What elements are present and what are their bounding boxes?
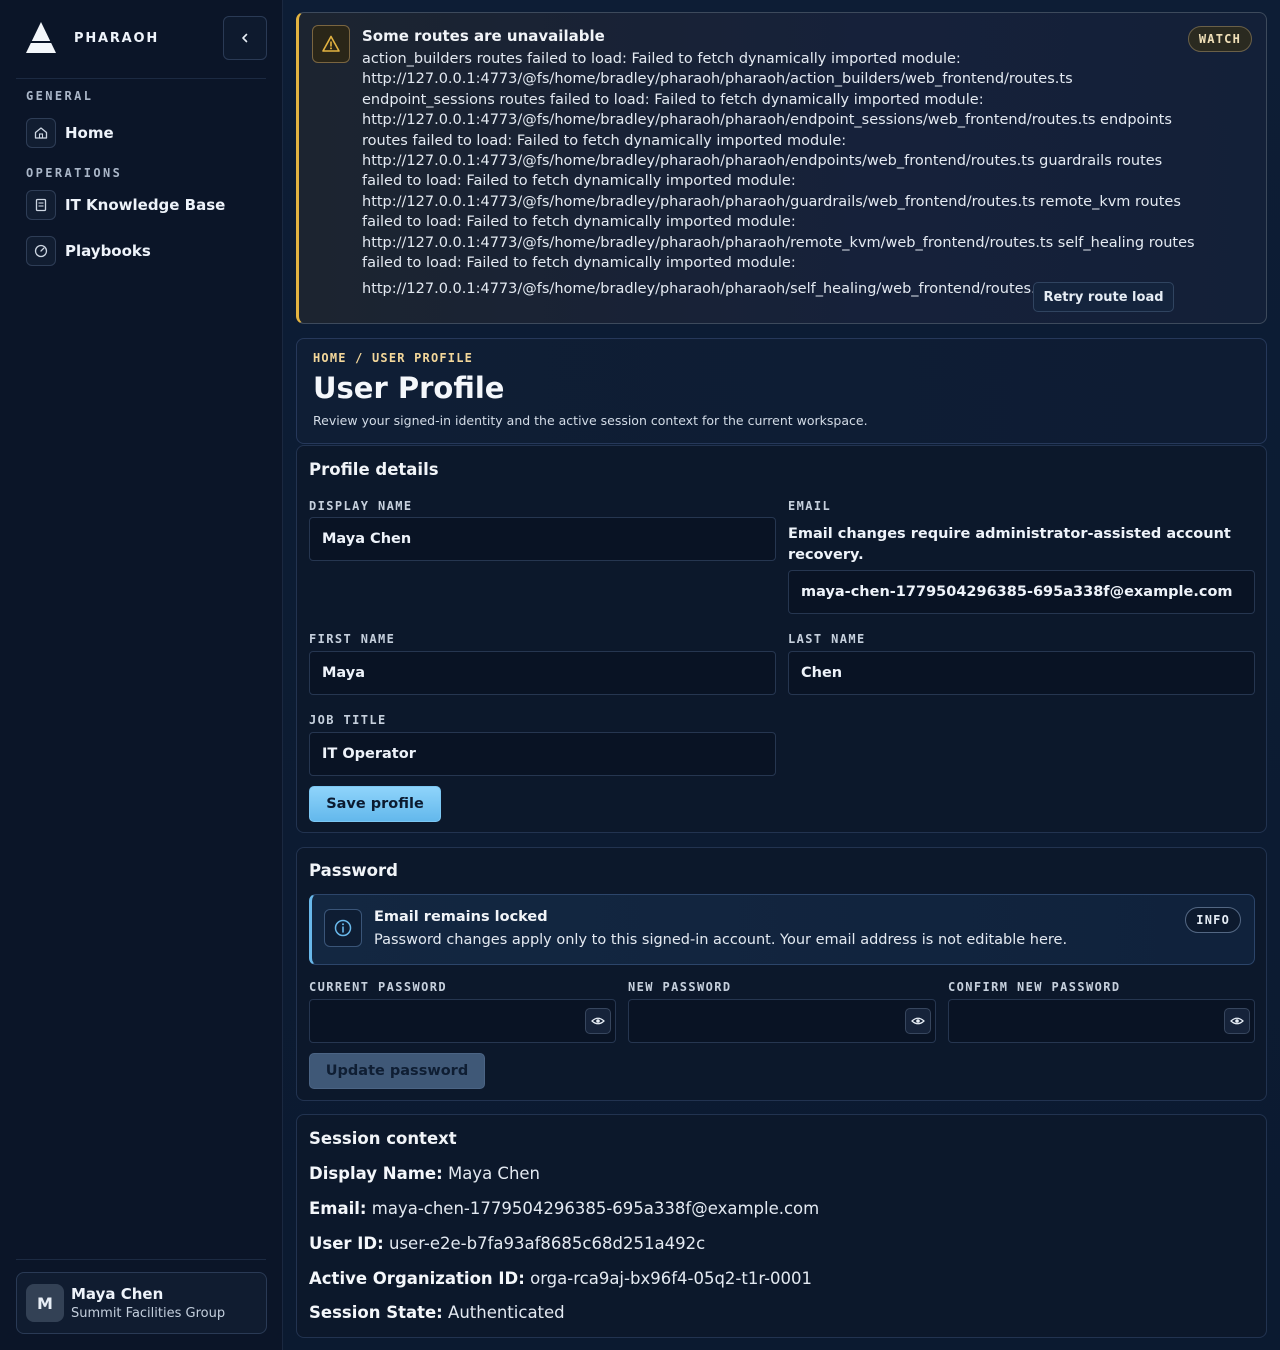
save-profile-button[interactable]: Save profile	[309, 786, 441, 822]
section-title: Password	[309, 861, 398, 880]
alert-message-last-line: http://127.0.0.1:4773/@fs/home/bradley/p…	[362, 281, 1049, 297]
sidebar-item-label: Home	[65, 124, 114, 142]
show-new-password-button[interactable]	[905, 1008, 931, 1034]
alert-title: Some routes are unavailable	[362, 27, 605, 45]
session-row-display-name: Display Name: Maya Chen	[309, 1164, 540, 1183]
brand-name: PHARAOH	[74, 30, 160, 46]
pharaoh-logo-icon	[22, 19, 60, 57]
section-title: Profile details	[309, 460, 439, 479]
info-title: Email remains locked	[374, 909, 548, 925]
update-password-button[interactable]: Update password	[309, 1053, 485, 1089]
email-locked-info: Email remains locked Password changes ap…	[309, 894, 1255, 965]
book-icon	[26, 190, 56, 220]
new-password-field[interactable]	[628, 999, 936, 1043]
alert-message: action_builders routes failed to load: F…	[362, 51, 1195, 272]
confirm-password-label: CONFIRM NEW PASSWORD	[948, 980, 1121, 994]
last-name-field[interactable]: Chen	[788, 651, 1255, 695]
page-header: HOME / USER PROFILE User Profile Review …	[296, 338, 1267, 444]
eye-icon	[1230, 1017, 1244, 1025]
display-name-field[interactable]: Maya Chen	[309, 517, 776, 561]
eye-icon	[591, 1017, 605, 1025]
session-value: Maya Chen	[447, 1164, 541, 1183]
breadcrumb[interactable]: HOME / USER PROFILE	[313, 351, 473, 365]
display-name-label: DISPLAY NAME	[309, 499, 413, 513]
session-key: Session State:	[309, 1303, 443, 1322]
section-title: Session context	[309, 1129, 457, 1148]
sidebar-item-label: IT Knowledge Base	[65, 196, 226, 214]
session-value: maya-chen-1779504296385-695a338f@example…	[371, 1199, 820, 1218]
show-current-password-button[interactable]	[585, 1008, 611, 1034]
sidebar-divider	[16, 78, 266, 79]
routes-alert: Some routes are unavailable action_build…	[296, 12, 1267, 324]
job-title-label: JOB TITLE	[309, 713, 387, 727]
job-title-field[interactable]: IT Operator	[309, 732, 776, 776]
email-label: EMAIL	[788, 499, 832, 513]
current-password-field[interactable]	[309, 999, 616, 1043]
sidebar-item-label: Playbooks	[65, 242, 151, 260]
info-text: Password changes apply only to this sign…	[374, 932, 1068, 948]
session-value: orga-rca9aj-bx96f4-05q2-t1r-0001	[530, 1269, 813, 1288]
session-value: Authenticated	[448, 1303, 565, 1322]
sidebar-divider	[16, 1259, 266, 1260]
user-org: Summit Facilities Group	[71, 1306, 226, 1321]
page-title: User Profile	[313, 371, 505, 405]
sidebar: PHARAOH GENERAL Home OPERATIONS IT Knowl…	[0, 0, 283, 1350]
warning-icon	[312, 25, 350, 63]
email-field: maya-chen-1779504296385-695a338f@example…	[788, 570, 1255, 614]
home-icon	[26, 118, 56, 148]
new-password-label: NEW PASSWORD	[628, 980, 732, 994]
eye-icon	[911, 1017, 925, 1025]
sidebar-item-home[interactable]: Home	[26, 117, 266, 149]
show-confirm-password-button[interactable]	[1224, 1008, 1250, 1034]
session-key: Email:	[309, 1199, 367, 1218]
retry-route-load-button[interactable]: Retry route load	[1033, 282, 1174, 312]
session-key: Display Name:	[309, 1164, 443, 1183]
collapse-sidebar-button[interactable]	[223, 16, 267, 60]
first-name-field[interactable]: Maya	[309, 651, 776, 695]
watch-badge: WATCH	[1187, 26, 1252, 52]
user-name: Maya Chen	[71, 1285, 164, 1303]
info-badge: INFO	[1185, 907, 1241, 933]
first-name-label: FIRST NAME	[309, 632, 396, 646]
password-card: Password Email remains locked Password c…	[296, 847, 1267, 1101]
avatar: M	[26, 1284, 64, 1322]
user-menu[interactable]: M Maya Chen Summit Facilities Group	[16, 1272, 267, 1334]
nav-section-general: GENERAL	[26, 89, 94, 103]
brand: PHARAOH	[16, 16, 267, 60]
nav-section-operations: OPERATIONS	[26, 166, 123, 180]
session-value: user-e2e-b7fa93af8685c68d251a492c	[388, 1234, 706, 1253]
session-key: Active Organization ID:	[309, 1269, 525, 1288]
profile-details-card: Profile details DISPLAY NAME Maya Chen E…	[296, 445, 1267, 833]
session-key: User ID:	[309, 1234, 384, 1253]
session-row-organization-id: Active Organization ID: orga-rca9aj-bx96…	[309, 1269, 812, 1288]
email-note: Email changes require administrator-assi…	[788, 526, 1231, 563]
confirm-password-field[interactable]	[948, 999, 1255, 1043]
sidebar-item-playbooks[interactable]: Playbooks	[26, 235, 266, 267]
last-name-label: LAST NAME	[788, 632, 866, 646]
gauge-icon	[26, 236, 56, 266]
chevron-left-icon	[242, 33, 248, 43]
info-icon	[324, 909, 362, 947]
sidebar-item-it-knowledge-base[interactable]: IT Knowledge Base	[26, 189, 266, 221]
session-row-state: Session State: Authenticated	[309, 1303, 565, 1322]
session-context-card: Session context Display Name: Maya Chen …	[296, 1114, 1267, 1338]
current-password-label: CURRENT PASSWORD	[309, 980, 447, 994]
page-subtitle: Review your signed-in identity and the a…	[313, 413, 868, 428]
session-row-user-id: User ID: user-e2e-b7fa93af8685c68d251a49…	[309, 1234, 705, 1253]
main-content: Some routes are unavailable action_build…	[283, 0, 1280, 1350]
session-row-email: Email: maya-chen-1779504296385-695a338f@…	[309, 1199, 819, 1218]
